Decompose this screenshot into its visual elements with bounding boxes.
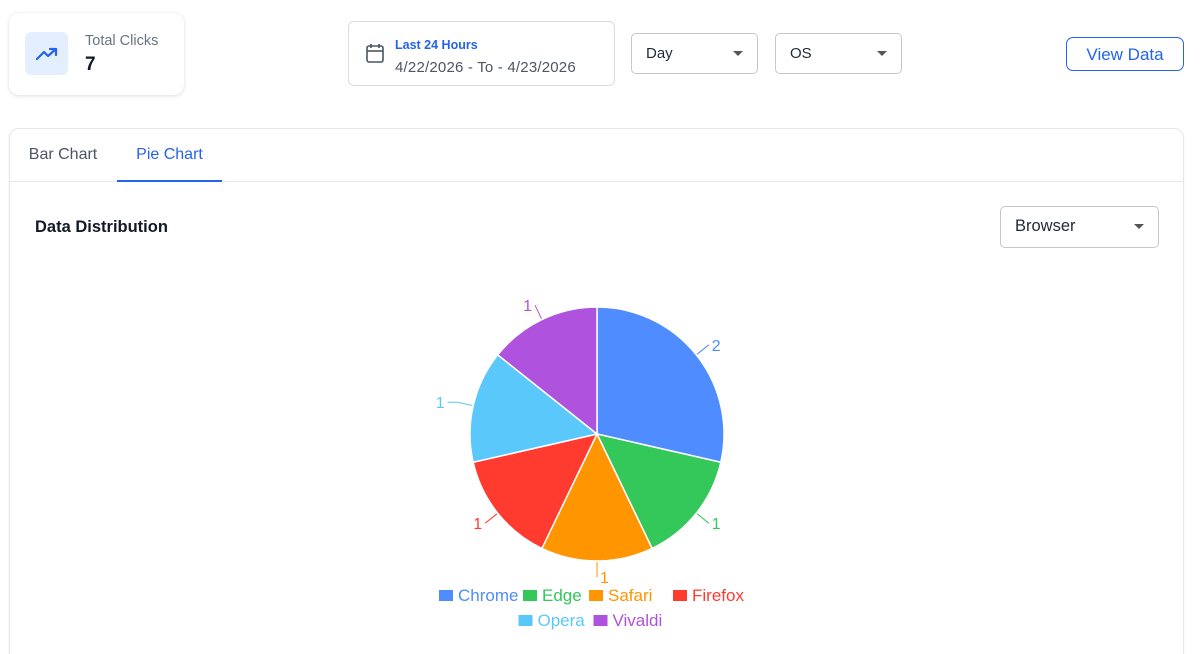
legend-item-vivaldi[interactable]: Vivaldi (613, 611, 663, 630)
pie-chart: 2 1 1 1 1 1 Chrome Edge Safari Firefox Opera Vivald… (436, 298, 745, 630)
legend-swatch-vivaldi (593, 615, 608, 626)
chevron-down-icon (733, 51, 743, 56)
total-clicks-label: Total Clicks (85, 33, 159, 49)
pie-data-label-firefox: 1 (473, 516, 482, 533)
legend-item-opera[interactable]: Opera (538, 611, 586, 630)
analytics-page: Total Clicks 7 Last 24 Hours 4/22/2026 -… (0, 0, 1200, 654)
view-data-button[interactable]: View Data (1066, 37, 1184, 71)
date-range-text: 4/22/2026 - To - 4/23/2026 (395, 59, 576, 76)
pie-leader-line-opera (447, 401, 473, 406)
pie-data-label-safari: 1 (600, 570, 609, 587)
calendar-icon (366, 43, 384, 68)
legend-swatch-edge (523, 590, 537, 601)
pie-leader-line-firefox (484, 513, 498, 524)
legend-item-safari[interactable]: Safari (608, 586, 652, 605)
total-clicks-card: Total Clicks 7 (9, 13, 184, 95)
legend-item-chrome[interactable]: Chrome (458, 586, 518, 605)
total-clicks-value: 7 (85, 54, 96, 75)
pie-data-label-edge: 1 (712, 516, 721, 533)
pie-leader-line-chrome (696, 344, 710, 355)
dimension-select[interactable]: OS (775, 33, 902, 74)
legend-swatch-chrome (439, 590, 453, 601)
legend-swatch-firefox (673, 590, 687, 601)
interval-select[interactable]: Day (631, 33, 758, 74)
chevron-down-icon (877, 51, 887, 56)
chart-panel: Bar Chart Pie Chart Data Distribution Br… (9, 128, 1184, 654)
interval-select-value: Day (646, 45, 673, 62)
legend-item-edge[interactable]: Edge (542, 586, 582, 605)
date-range-picker[interactable]: Last 24 Hours 4/22/2026 - To - 4/23/2026 (348, 21, 615, 86)
pie-data-label-opera: 1 (436, 395, 445, 412)
pie-data-label-vivaldi: 1 (523, 298, 532, 315)
legend-swatch-safari (589, 590, 603, 601)
trending-up-icon (25, 32, 68, 75)
pie-leader-line-edge (696, 513, 710, 524)
pie-data-label-chrome: 2 (712, 338, 721, 355)
dimension-select-value: OS (790, 45, 812, 62)
date-preset-label: Last 24 Hours (395, 38, 478, 52)
pie-leader-line-vivaldi (534, 304, 542, 319)
legend-item-firefox[interactable]: Firefox (692, 586, 744, 605)
legend-swatch-opera (518, 615, 533, 626)
